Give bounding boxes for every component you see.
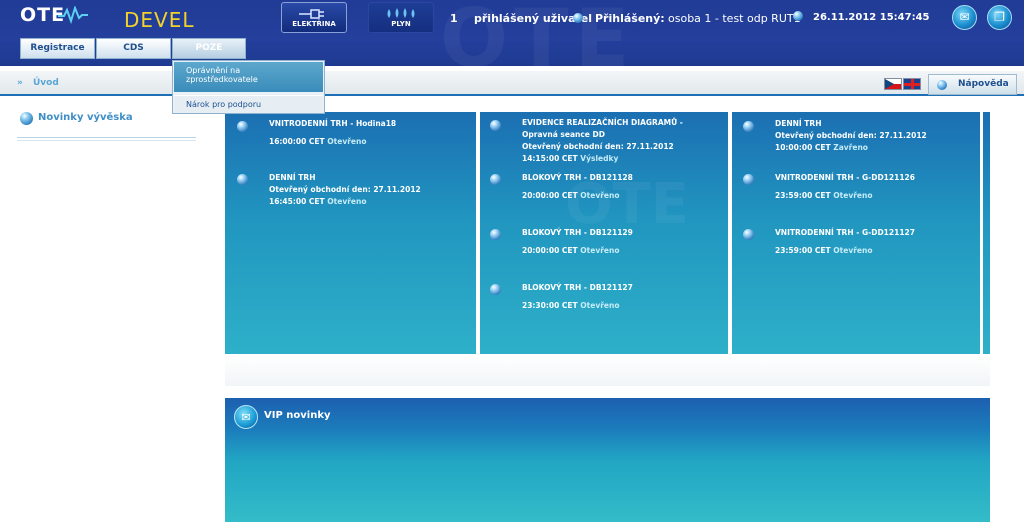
- status-label: Zavřeno: [833, 143, 868, 152]
- breadcrumb-arrow-icon: »: [17, 78, 23, 88]
- windows-icon: ❐: [994, 10, 1005, 24]
- poze-dropdown: Oprávnění na zprostředkovatele Nárok pro…: [172, 60, 325, 114]
- bullet-icon: [573, 13, 583, 23]
- commodity-button-electricity[interactable]: ELEKTŘINA: [281, 2, 347, 33]
- market-entry[interactable]: VNITRODENNÍ TRH - Hodina18 16:00:00 CET …: [269, 118, 484, 148]
- market-entry[interactable]: DENNÍ TRH Otevřený obchodní den: 27.11.2…: [775, 118, 990, 154]
- status-label: Otevřeno: [327, 197, 367, 206]
- tab-poze[interactable]: POZE: [172, 38, 246, 59]
- chat-button[interactable]: ✉: [952, 5, 977, 30]
- section-spacer: [225, 356, 990, 386]
- menu-item-narok[interactable]: Nárok pro podporu: [174, 95, 323, 113]
- uk-flag-icon[interactable]: [903, 78, 921, 90]
- logged-count: 1: [450, 12, 458, 25]
- logo-watermark: OTE: [440, 0, 636, 66]
- market-entry[interactable]: BLOKOVÝ TRH - DB121127 23:30:00 CET Otev…: [522, 282, 737, 312]
- tab-registrace[interactable]: Registrace: [20, 38, 95, 59]
- divider: [17, 140, 196, 141]
- tab-cds[interactable]: CDS: [96, 38, 171, 59]
- bullet-icon: [743, 229, 754, 240]
- breadcrumb-home-link[interactable]: Úvod: [33, 78, 59, 88]
- logged-in-label: Přihlášený:: [595, 12, 665, 25]
- bullet-icon: [743, 174, 754, 185]
- windows-button[interactable]: ❐: [987, 5, 1012, 30]
- market-entry[interactable]: EVIDENCE REALIZAČNÍCH DIAGRAMŮ - Opravná…: [522, 117, 737, 165]
- help-button[interactable]: Nápověda: [928, 74, 1017, 95]
- sidebar-ball-icon: [20, 112, 33, 125]
- breadcrumb: » Úvod Nápověda: [0, 71, 1024, 96]
- market-entry[interactable]: BLOKOVÝ TRH - DB121128 20:00:00 CET Otev…: [522, 172, 737, 202]
- environment-label: DEVEL: [124, 8, 195, 32]
- market-entry[interactable]: BLOKOVÝ TRH - DB121129 20:00:00 CET Otev…: [522, 227, 737, 257]
- logo-wave-icon: [58, 6, 88, 24]
- status-label: Otevřeno: [833, 246, 873, 255]
- commodity-button-gas[interactable]: PLYN: [368, 2, 434, 33]
- bullet-icon: [490, 120, 501, 131]
- status-label: Výsledky: [580, 154, 619, 163]
- vip-title: VIP novinky: [264, 410, 331, 421]
- bullet-icon: [237, 174, 248, 185]
- market-entry[interactable]: VNITRODENNÍ TRH - G-DD121126 23:59:00 CE…: [775, 172, 990, 202]
- market-entry[interactable]: VNITRODENNÍ TRH - G-DD121127 23:59:00 CE…: [775, 227, 990, 257]
- bullet-icon: [237, 121, 248, 132]
- app-root: OTE OTE DEVEL ELEKTŘINA PLYN 1 přihlášen…: [0, 0, 1024, 530]
- current-user: osoba 1 - test odp RUT1: [668, 12, 801, 25]
- status-label: Otevřeno: [327, 137, 367, 146]
- czech-flag-icon[interactable]: [884, 78, 902, 90]
- status-label: Otevřeno: [580, 246, 620, 255]
- chat-icon: ✉: [959, 10, 970, 24]
- chat-bubble-icon: ✉: [234, 405, 258, 429]
- help-label: Nápověda: [958, 79, 1009, 89]
- status-label: Otevřeno: [833, 191, 873, 200]
- bullet-icon: [490, 284, 501, 295]
- datetime: 26.11.2012 15:47:45: [813, 12, 930, 23]
- bullet-icon: [490, 229, 501, 240]
- divider: [17, 137, 196, 138]
- market-entry[interactable]: DENNÍ TRH Otevřený obchodní den: 27.11.2…: [269, 172, 484, 208]
- status-label: Otevřeno: [580, 301, 620, 310]
- help-ball-icon: [937, 80, 947, 90]
- bullet-icon: [743, 121, 754, 132]
- bullet-icon: [793, 11, 803, 21]
- column-separator: [476, 112, 480, 354]
- status-label: Otevřeno: [580, 191, 620, 200]
- menu-item-opravneni[interactable]: Oprávnění na zprostředkovatele: [174, 62, 323, 92]
- section-spacer: [225, 386, 990, 396]
- bullet-icon: [490, 174, 501, 185]
- sidebar-title[interactable]: Novinky vývěska: [38, 112, 133, 123]
- vip-news-panel: ✉ VIP novinky: [225, 398, 990, 522]
